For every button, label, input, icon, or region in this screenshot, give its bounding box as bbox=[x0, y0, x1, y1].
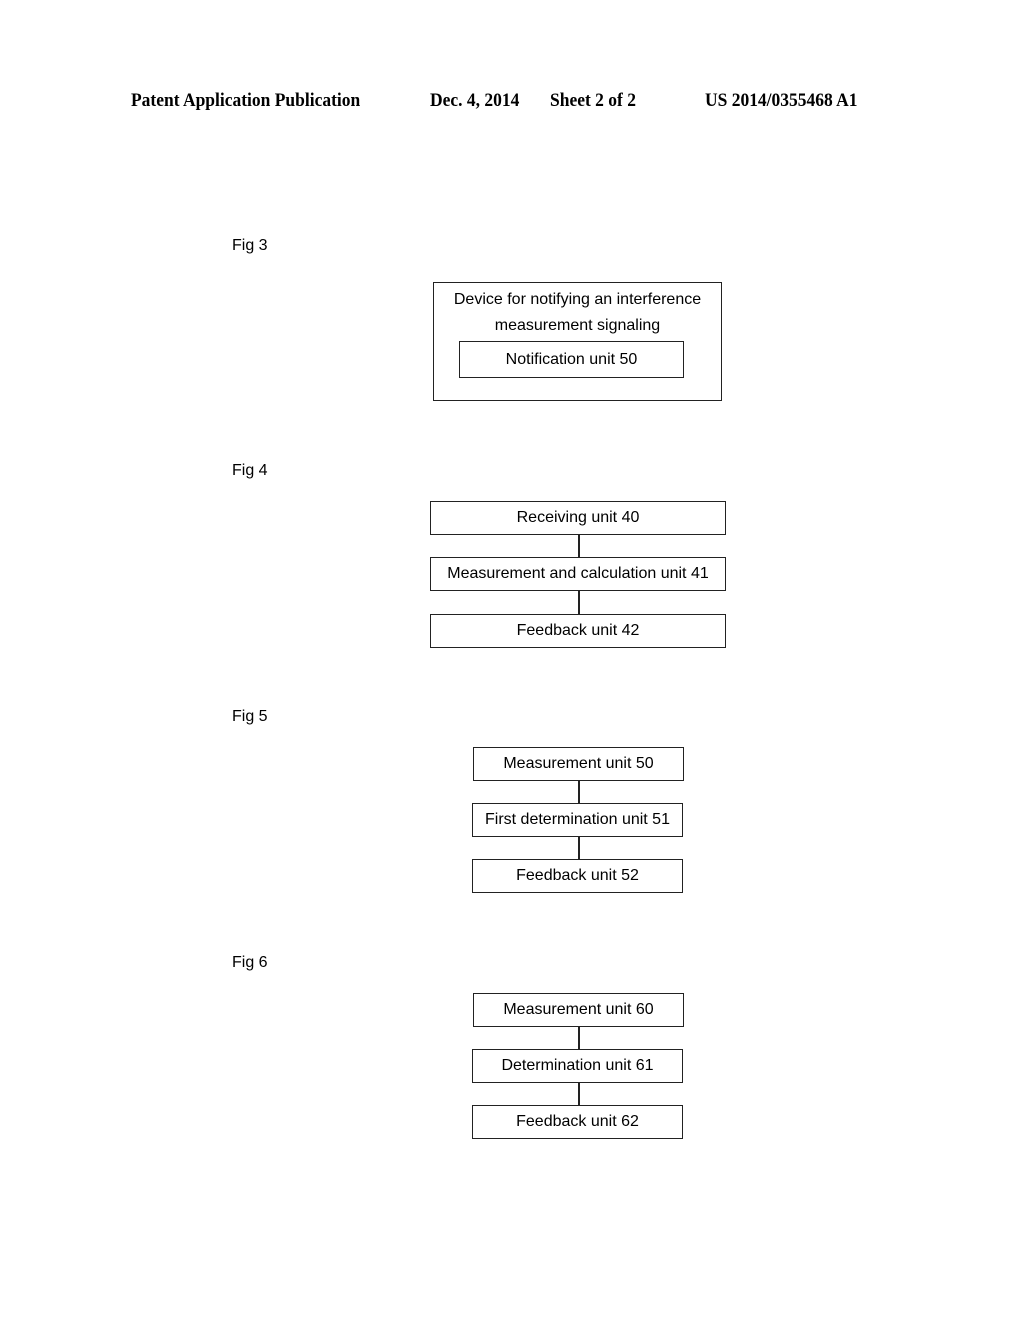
fig5-box-label: Feedback unit 52 bbox=[516, 867, 639, 884]
fig6-box-label: Feedback unit 62 bbox=[516, 1113, 639, 1130]
fig5-box-label: Measurement unit 50 bbox=[503, 755, 654, 772]
fig4-box-label: Feedback unit 42 bbox=[516, 622, 640, 639]
fig4-box-label: Receiving unit 40 bbox=[516, 509, 640, 526]
fig6-feedback-unit-box: Feedback unit 62 bbox=[472, 1105, 683, 1139]
fig3-device-title: Device for notifying an interference mea… bbox=[434, 287, 721, 339]
fig3-title-line1: Device for notifying an interference bbox=[453, 291, 702, 308]
fig6-connector-1 bbox=[578, 1027, 580, 1049]
fig5-connector-2 bbox=[578, 837, 580, 859]
fig6-label: Fig 6 bbox=[232, 954, 268, 971]
fig3-title-line2: measurement signaling bbox=[494, 317, 661, 334]
sheet-number: Sheet 2 of 2 bbox=[550, 90, 636, 111]
patent-number: US 2014/0355468 A1 bbox=[705, 90, 858, 111]
publication-date: Dec. 4, 2014 bbox=[430, 90, 520, 111]
fig6-box-label: Determination unit 61 bbox=[501, 1057, 654, 1074]
fig4-connector-1 bbox=[578, 535, 580, 557]
fig4-connector-2 bbox=[578, 591, 580, 614]
publication-title: Patent Application Publication bbox=[131, 90, 361, 111]
fig5-label: Fig 5 bbox=[232, 708, 268, 725]
fig4-measurement-calculation-unit-box: Measurement and calculation unit 41 bbox=[430, 557, 726, 591]
fig5-first-determination-unit-box: First determination unit 51 bbox=[472, 803, 683, 837]
fig3-label: Fig 3 bbox=[232, 237, 268, 254]
fig3-notification-unit-label: Notification unit 50 bbox=[505, 350, 638, 368]
fig6-connector-2 bbox=[578, 1083, 580, 1105]
fig6-measurement-unit-box: Measurement unit 60 bbox=[473, 993, 684, 1027]
fig5-measurement-unit-box: Measurement unit 50 bbox=[473, 747, 684, 781]
fig4-receiving-unit-box: Receiving unit 40 bbox=[430, 501, 726, 535]
fig3-notification-unit-box: Notification unit 50 bbox=[459, 341, 684, 378]
fig4-feedback-unit-box: Feedback unit 42 bbox=[430, 614, 726, 648]
fig4-box-label: Measurement and calculation unit 41 bbox=[447, 565, 709, 582]
fig5-box-label: First determination unit 51 bbox=[485, 811, 670, 828]
fig6-box-label: Measurement unit 60 bbox=[503, 1001, 654, 1018]
fig4-label: Fig 4 bbox=[232, 462, 268, 479]
fig6-determination-unit-box: Determination unit 61 bbox=[472, 1049, 683, 1083]
fig5-feedback-unit-box: Feedback unit 52 bbox=[472, 859, 683, 893]
fig5-connector-1 bbox=[578, 781, 580, 803]
